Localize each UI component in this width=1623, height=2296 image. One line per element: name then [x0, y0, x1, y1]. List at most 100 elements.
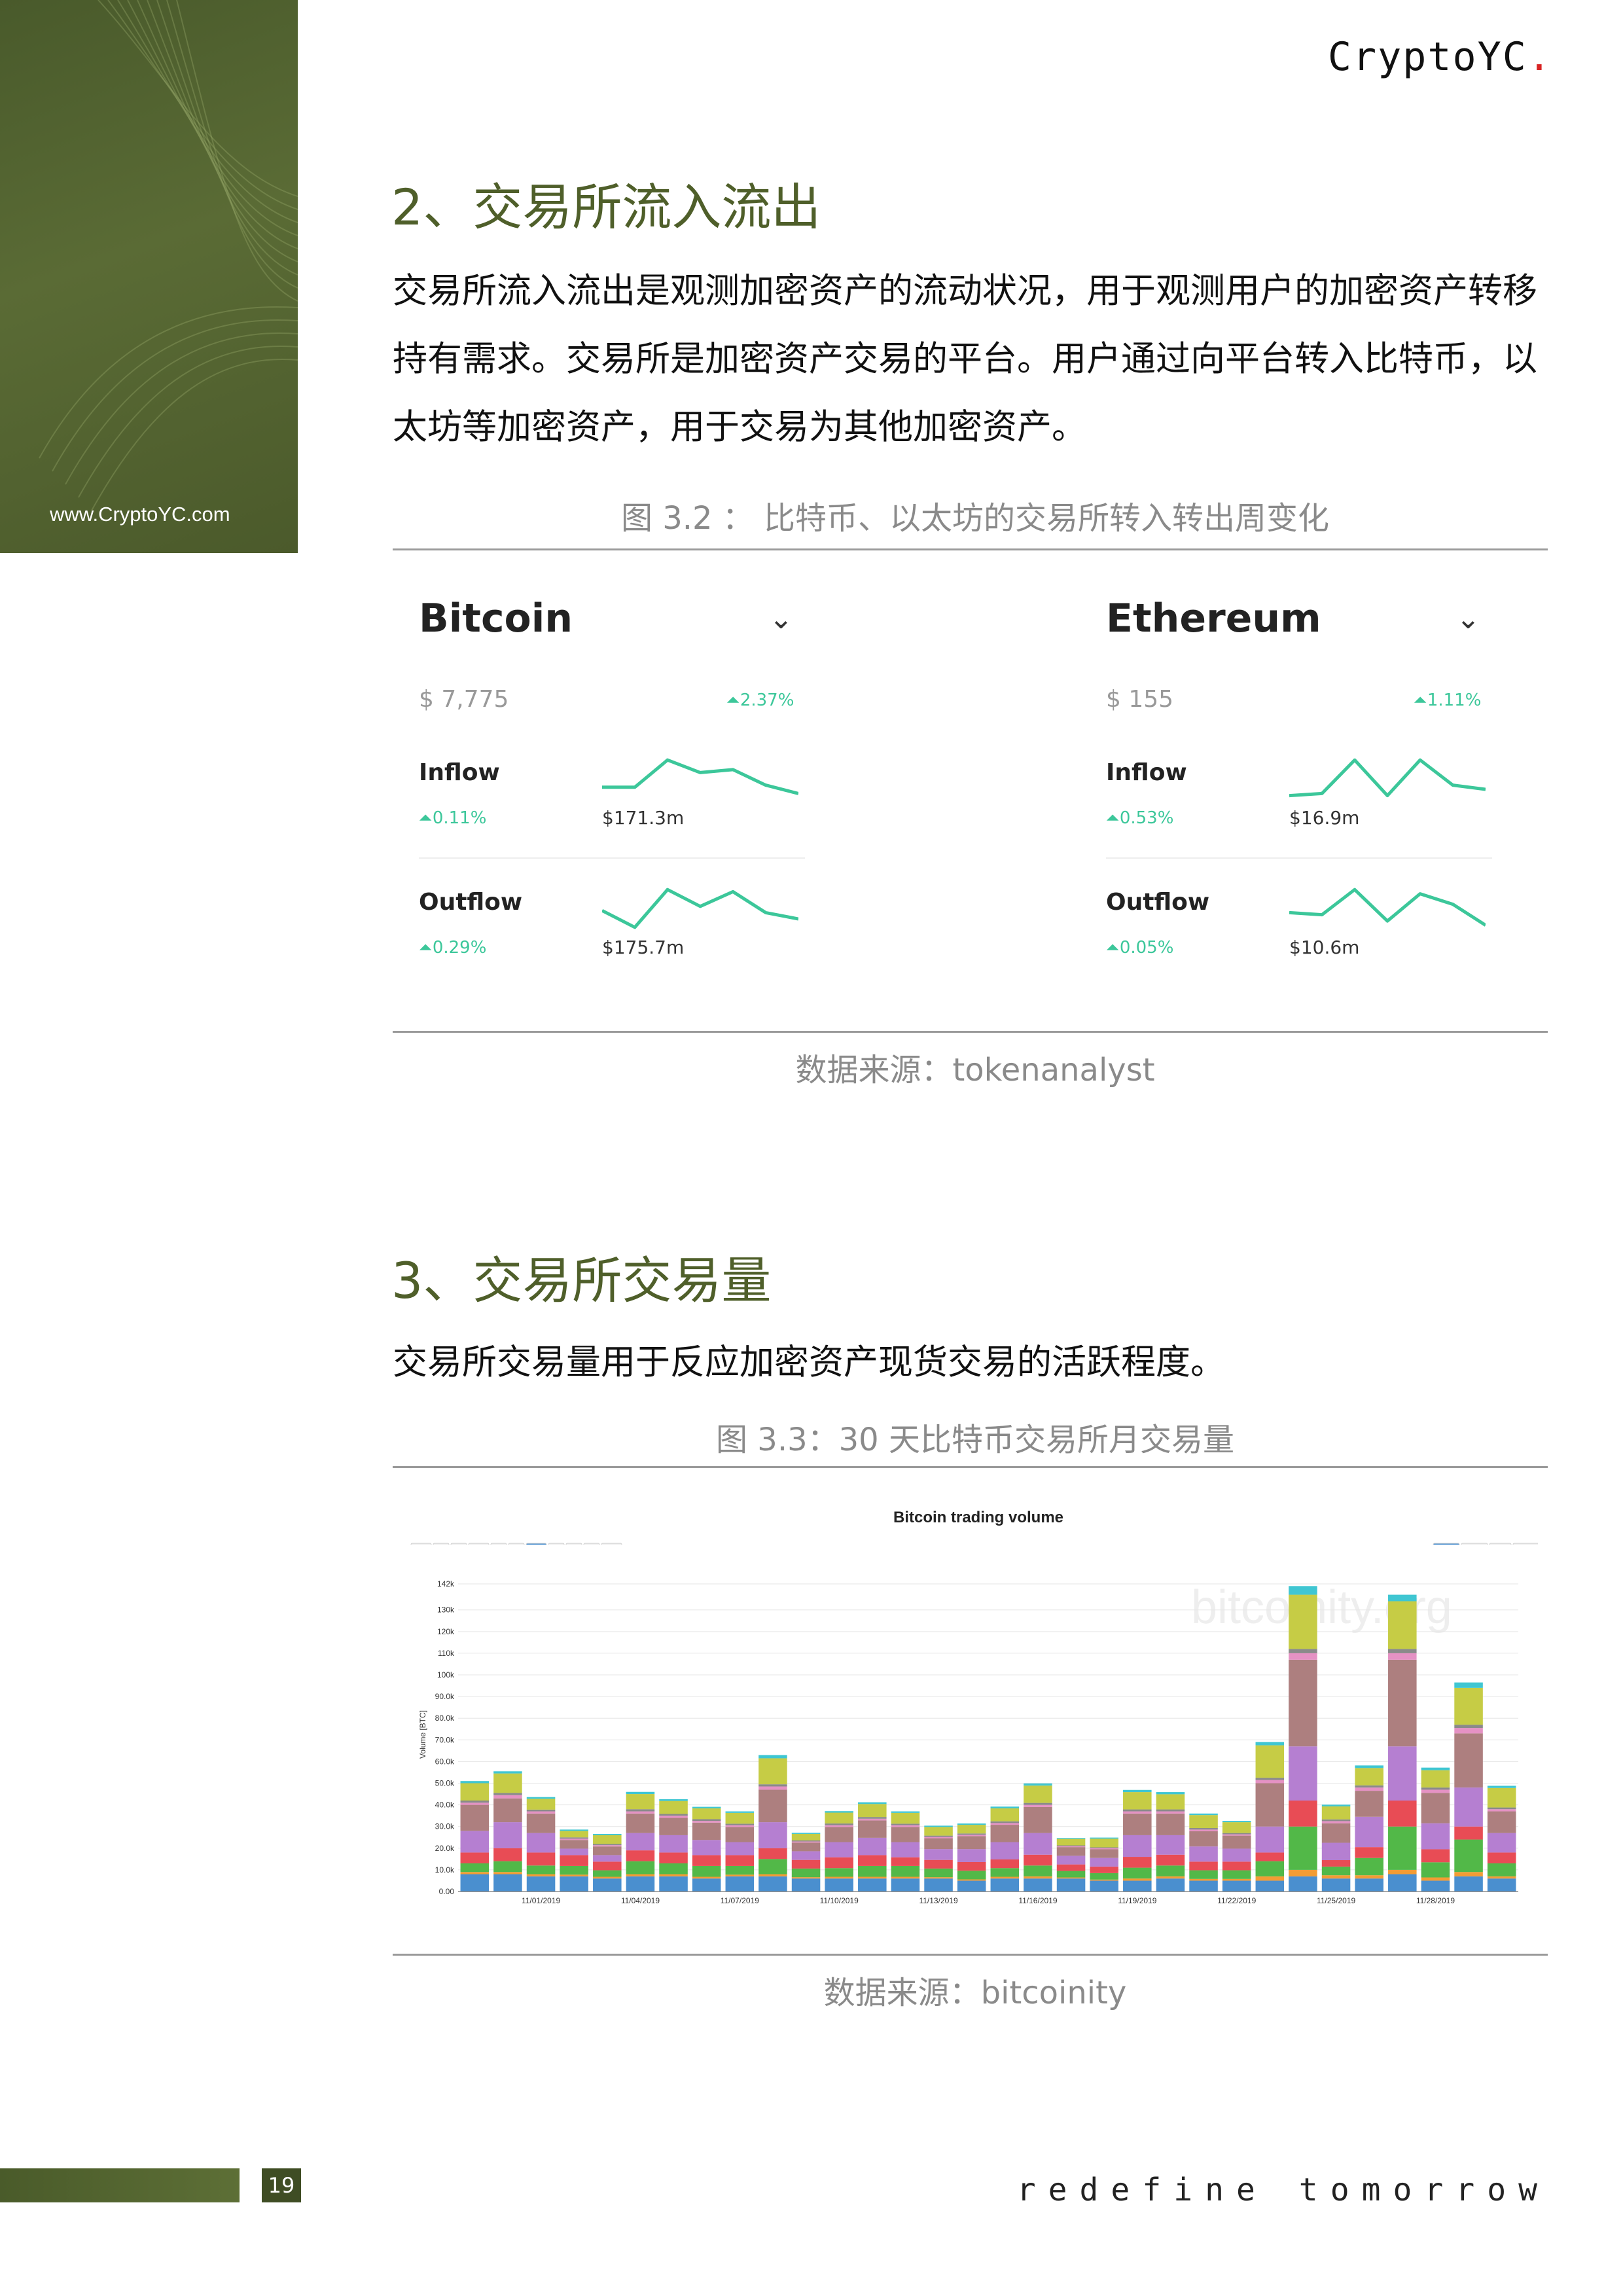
bar-segment-gemini: [1156, 1811, 1185, 1814]
y-tick-label: 100k: [437, 1670, 455, 1679]
y-tick-label: 90.0k: [435, 1692, 455, 1701]
bar-segment-bitflyer: [1255, 1852, 1285, 1861]
bar-segment-itbit: [758, 1784, 787, 1787]
bar-segment-bit-x: [1123, 1880, 1152, 1892]
bar-segment-coinbase: [825, 1827, 853, 1842]
bar-segment-bitfinex: [493, 1861, 522, 1873]
bar-segment-kraken: [1255, 1745, 1285, 1778]
bar-segment-bitfinex: [1222, 1870, 1251, 1879]
bar-segment-kraken: [460, 1783, 490, 1801]
bitcoin-outflow-pct-value: 0.29%: [432, 938, 487, 958]
bar-segment-gemini: [825, 1825, 853, 1827]
y-tick-label: 142k: [437, 1579, 455, 1588]
bar-segment-bitflyer: [1090, 1866, 1118, 1873]
bar-segment-itbit: [692, 1819, 721, 1821]
bar-segment-kraken: [593, 1835, 622, 1844]
bitcoin-card-title: Bitcoin: [419, 596, 573, 641]
bar-segment-others: [825, 1811, 853, 1813]
bar-segment-bitstamp: [957, 1849, 986, 1862]
y-tick-label: 60.0k: [435, 1757, 455, 1766]
chart-title: Bitcoin trading volume: [893, 1509, 1063, 1526]
bar-segment-bitbay: [1123, 1878, 1152, 1881]
bar-segment-bit-x: [1056, 1878, 1086, 1892]
bar-segment-kraken: [560, 1831, 588, 1838]
bar-segment-kraken: [758, 1758, 787, 1785]
bar-segment-bitflyer: [560, 1855, 588, 1866]
bar-segment-bitflyer: [858, 1855, 887, 1866]
bar-segment-bitfinex: [1388, 1826, 1417, 1870]
bar-segment-bit-x: [957, 1880, 986, 1892]
x-tick-label: 11/10/2019: [820, 1896, 859, 1905]
ethereum-card-title: Ethereum: [1106, 596, 1321, 641]
bar-segment-gemini: [891, 1825, 920, 1827]
bar-segment-others: [1123, 1789, 1152, 1793]
bar-segment-bitstamp: [1123, 1835, 1152, 1857]
bar-segment-kraken: [725, 1812, 755, 1824]
y-tick-label: 40.0k: [435, 1801, 455, 1810]
section-2-title: 2、交易所流入流出: [391, 178, 821, 236]
website-url[interactable]: www.CryptoYC.com: [50, 503, 230, 526]
bar-segment-kraken: [659, 1801, 688, 1814]
bitcoin-trading-volume-chart: Bitcoin trading volume 10m1h6h24h3d7d30d…: [406, 1509, 1538, 1924]
bar-segment-bit-x: [1222, 1880, 1251, 1892]
bar-segment-bitbay: [725, 1874, 755, 1876]
bar-segment-itbit: [1222, 1833, 1251, 1835]
bar-segment-bitbay: [692, 1876, 721, 1879]
bar-segment-bit-x: [1156, 1878, 1185, 1892]
bar-segment-kraken: [1090, 1839, 1118, 1848]
bar-segment-bitstamp: [1090, 1857, 1118, 1867]
bar-segment-bitflyer: [758, 1848, 787, 1859]
bar-segment-bitstamp: [1321, 1842, 1351, 1861]
bar-segment-gemini: [626, 1811, 655, 1814]
bitcoin-outflow-label: Outflow: [419, 889, 523, 916]
bar-segment-coinbase: [659, 1818, 688, 1835]
bar-segment-bitflyer: [1289, 1800, 1317, 1827]
y-tick-label: 110k: [438, 1649, 455, 1658]
bar-segment-gemini: [758, 1786, 787, 1790]
bar-segment-others: [1156, 1792, 1185, 1795]
bar-segment-bitflyer: [1421, 1849, 1450, 1863]
bar-segment-bitbay: [891, 1876, 920, 1879]
bar-segment-bitstamp: [659, 1835, 688, 1853]
bar-segment-gemini: [957, 1835, 986, 1837]
brand-logo: CryptoYC.: [1328, 34, 1552, 80]
bar-segment-others: [1024, 1783, 1052, 1786]
bar-segment-itbit: [593, 1844, 622, 1846]
figure-top-rule: [393, 548, 1548, 550]
bar-segment-bit-x: [1255, 1880, 1285, 1892]
bar-segment-gemini: [1388, 1653, 1417, 1660]
bar-segment-bitstamp: [493, 1822, 522, 1848]
bar-segment-coinbase: [1189, 1831, 1218, 1847]
bar-segment-others: [593, 1833, 622, 1835]
bar-segment-others: [1321, 1804, 1351, 1806]
bar-segment-bitbay: [560, 1874, 588, 1876]
bar-segment-bit-x: [493, 1874, 522, 1892]
y-tick-label: 10.0k: [435, 1865, 455, 1874]
bar-segment-bitfinex: [858, 1865, 887, 1877]
chevron-down-icon[interactable]: ⌄: [1456, 602, 1480, 636]
bar-segment-itbit: [924, 1835, 953, 1837]
bar-segment-others: [1056, 1838, 1086, 1839]
chevron-down-icon[interactable]: ⌄: [769, 602, 793, 636]
ethereum-outflow-pct: ⏶0.05%: [1106, 938, 1173, 958]
y-tick-label: 70.0k: [435, 1735, 455, 1744]
bar-segment-kraken: [891, 1812, 920, 1824]
bar-segment-gemini: [526, 1811, 556, 1814]
bar-segment-bitstamp: [1222, 1848, 1251, 1862]
bar-segment-bitflyer: [1355, 1847, 1383, 1858]
bar-segment-bitstamp: [1056, 1856, 1086, 1865]
bar-segment-kraken: [493, 1773, 522, 1793]
bar-segment-others: [1355, 1765, 1383, 1768]
bar-segment-bit-x: [1454, 1876, 1483, 1892]
wave-lines-decoration: [39, 0, 298, 511]
y-axis: 0.00 10.0k 20.0k 30.0k 40.0k 50.0k 60.0k 70.0k 8…: [435, 1579, 455, 1896]
bar-segment-bitbay: [791, 1877, 821, 1879]
bar-segment-bitfinex: [990, 1868, 1020, 1877]
bar-segment-kraken: [692, 1808, 721, 1820]
bar-segment-bitstamp: [1289, 1746, 1317, 1801]
bar-segment-bitfinex: [1189, 1870, 1218, 1879]
ethereum-change-value: 1.11%: [1427, 691, 1482, 710]
bar-segment-bitstamp: [560, 1848, 588, 1856]
bar-segment-gemini: [924, 1837, 953, 1839]
bar-segment-bitstamp: [1421, 1823, 1450, 1850]
